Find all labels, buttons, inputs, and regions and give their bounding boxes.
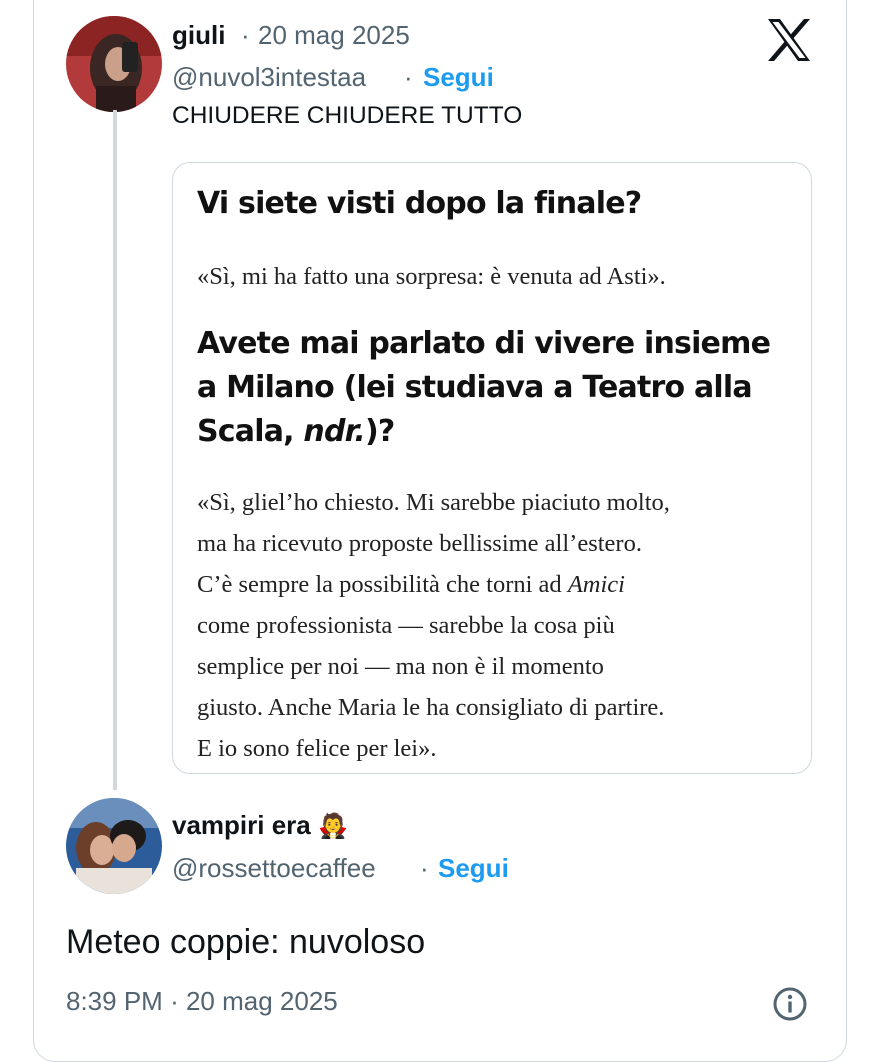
article-answer-1: «Sì, mi ha fatto una sorpresa: è venuta …: [197, 263, 666, 290]
article-question-2-line-2: a Milano (lei studiava a Teatro alla: [197, 370, 753, 405]
tweet2-text: Meteo coppie: nuvoloso: [66, 923, 426, 961]
article-answer-2-text: Cʼè sempre la possibilità che torni ad: [197, 571, 568, 598]
tweet2-timestamp[interactable]: 8:39 PM · 20 mag 2025: [66, 986, 338, 1017]
avatar-giuli[interactable]: [66, 16, 162, 112]
thread-line: [113, 110, 117, 790]
article-question-2-line-3: Scala, ndr.)?: [197, 413, 395, 451]
info-icon[interactable]: [772, 986, 808, 1022]
article-question-1: Vi siete visti dopo la finale?: [197, 186, 642, 221]
tweet2-follow-separator: ·: [420, 853, 429, 883]
quoted-article-image[interactable]: Vi siete visti dopo la finale? «Sì, mi h…: [172, 162, 812, 774]
tweet1-follow-separator: ·: [404, 62, 413, 92]
article-answer-2-line-6: giusto. Anche Maria le ha consigliato di…: [197, 694, 665, 721]
tweet1-display-name[interactable]: giuli: [172, 20, 225, 51]
article-answer-2-line-5: semplice per noi — ma non è il momento: [197, 653, 604, 680]
tweet1-follow-button[interactable]: Segui: [423, 62, 494, 93]
tweet2-display-name-text: vampiri era: [172, 810, 311, 840]
avatar-vampiri-era[interactable]: [66, 798, 162, 894]
article-answer-2-line-2: ma ha ricevuto proposte bellissime allʼe…: [197, 530, 642, 557]
article-answer-2-italic: Amici: [567, 571, 625, 598]
tweet1-handle[interactable]: @nuvol3intestaa: [172, 62, 366, 93]
tweet2-date: 20 mag 2025: [185, 986, 338, 1016]
article-question-2-line-1: Avete mai parlato di vivere insieme: [197, 326, 771, 361]
tweet2-display-name[interactable]: vampiri era 🧛: [172, 810, 348, 841]
tweet2-handle[interactable]: @rossettoecaffee: [172, 853, 376, 884]
tweet2-time: 8:39 PM: [66, 986, 163, 1016]
article-question-2-italic: ndr.: [303, 414, 365, 449]
tweet1-text: CHIUDERE CHIUDERE TUTTO: [172, 102, 523, 129]
vampire-emoji-icon: 🧛: [317, 812, 348, 840]
article-answer-2-line-1: «Sì, glielʼho chiesto. Mi sarebbe piaciu…: [197, 489, 670, 516]
x-logo-icon[interactable]: [766, 18, 812, 62]
article-answer-2-line-3: Cʼè sempre la possibilità che torni ad A…: [197, 564, 625, 605]
article-question-2-text: Scala,: [197, 414, 304, 449]
article-answer-2-line-4: come professionista — sarebbe la cosa pi…: [197, 612, 615, 639]
tweet2-time-separator: ·: [170, 986, 179, 1016]
tweet1-date[interactable]: 20 mag 2025: [258, 20, 410, 51]
article-question-2-end: )?: [364, 414, 395, 449]
tweet1-separator: ·: [241, 20, 250, 50]
article-answer-2-line-7: E io sono felice per lei».: [197, 735, 437, 762]
tweet2-follow-button[interactable]: Segui: [438, 853, 509, 884]
